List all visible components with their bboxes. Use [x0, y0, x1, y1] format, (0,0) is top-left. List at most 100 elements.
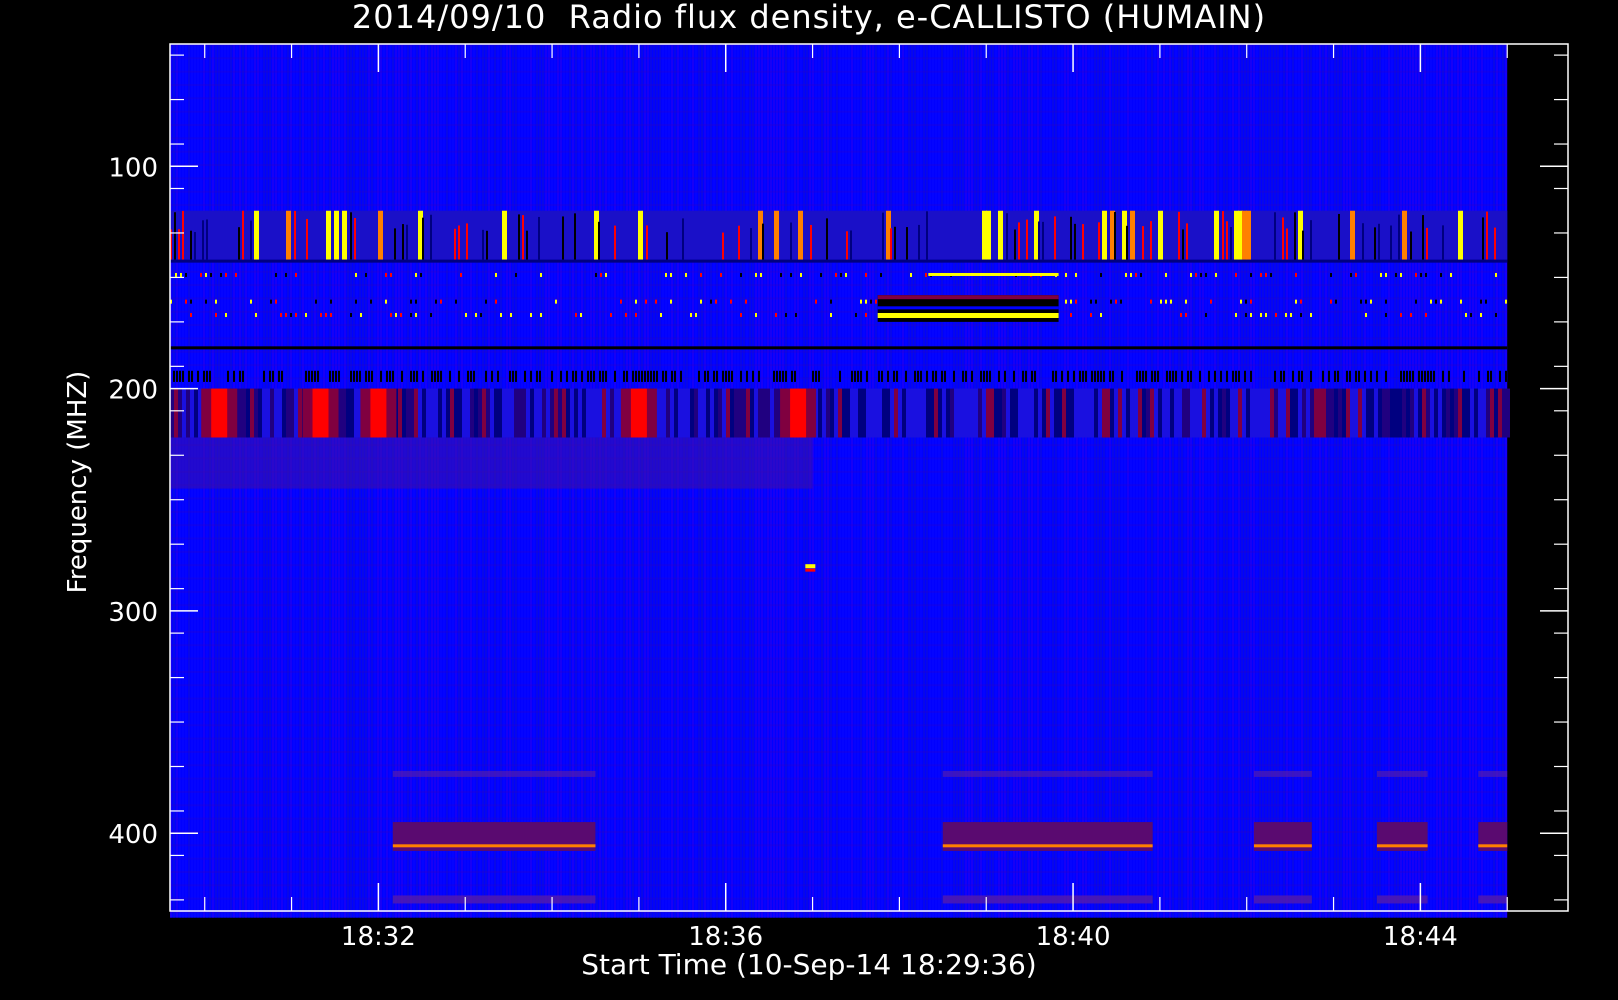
rfi-dash: [905, 370, 907, 382]
rfi-dot: [390, 312, 392, 317]
rfi-dot: [595, 272, 597, 277]
rfi-dash: [188, 370, 190, 382]
rfi-dash: [329, 370, 331, 382]
rfi-dot: [270, 299, 272, 304]
rfi-band-120: [170, 210, 1508, 260]
burst-line: [1246, 210, 1251, 260]
rfi-dash: [1364, 370, 1366, 382]
rfi-dash: [434, 370, 436, 382]
rfi-dash: [1061, 370, 1063, 382]
rfi-dash: [1199, 370, 1201, 382]
rfi-dot: [1425, 272, 1427, 277]
burst-line: [202, 220, 204, 260]
rfi-dash: [1244, 370, 1246, 382]
rfi-dash: [1190, 370, 1192, 382]
rfi-dot: [700, 299, 702, 304]
rfi-dot: [295, 312, 297, 317]
burst-line: [1006, 213, 1008, 260]
burst-line: [882, 212, 884, 260]
burst-line: [1286, 228, 1288, 260]
rfi-dot: [1300, 312, 1302, 317]
x-axis-label: Start Time (10-Sep-14 18:29:36): [581, 948, 1037, 981]
burst-line: [1410, 231, 1412, 260]
burst-line: [406, 224, 408, 260]
rfi-dash: [989, 370, 991, 382]
rfi-dash: [386, 370, 388, 382]
rfi-dot: [715, 299, 717, 304]
rfi-dash: [314, 370, 316, 382]
carrier-line: [942, 844, 1153, 848]
rfi-dash: [644, 370, 646, 382]
rfi-dash: [593, 370, 595, 382]
rfi-dot: [835, 272, 837, 277]
carrier-sideband: [1478, 895, 1508, 904]
rfi-dash: [746, 370, 748, 382]
rfi-dash: [758, 370, 760, 382]
rfi-dash: [335, 370, 337, 382]
rfi-dot: [500, 312, 502, 317]
carrier-sideband: [1253, 895, 1312, 904]
burst-line: [402, 224, 404, 260]
rfi-dot: [755, 312, 757, 317]
rfi-dash: [722, 370, 724, 382]
burst-line: [598, 221, 600, 260]
burst-line: [1014, 229, 1016, 260]
rfi-dot: [1385, 312, 1387, 317]
rfi-dash: [626, 370, 628, 382]
rfi-dash: [731, 370, 733, 382]
burst-line: [614, 225, 616, 260]
rfi-dot: [235, 272, 237, 277]
rfi-dash: [1400, 370, 1402, 382]
rfi-dash: [1094, 370, 1096, 382]
burst-line: [342, 210, 347, 260]
rfi-dot: [1425, 312, 1427, 317]
rfi-dot: [740, 312, 742, 317]
rfi-dot: [1140, 272, 1142, 277]
rfi-dash: [1334, 370, 1336, 382]
rfi-dot: [305, 312, 307, 317]
rfi-dash: [497, 370, 499, 382]
rfi-dot: [175, 272, 177, 277]
burst-line: [846, 231, 848, 260]
rfi-dot: [330, 299, 332, 304]
rfi-dot: [530, 312, 532, 317]
burst-line: [1338, 213, 1340, 260]
rfi-dash: [1418, 370, 1420, 382]
burst-line: [790, 222, 792, 260]
carrier-sideband: [942, 770, 1153, 777]
rfi-dash: [779, 370, 781, 382]
rfi-dot: [395, 312, 397, 317]
rfi-dash: [1370, 370, 1372, 382]
burst-line: [1422, 215, 1424, 260]
rfi-dot: [1075, 299, 1077, 304]
carrier-line: [392, 844, 596, 848]
rfi-dash: [725, 370, 727, 382]
burst-line: [1070, 216, 1072, 260]
rfi-dash: [317, 370, 319, 382]
rfi-dash: [671, 370, 673, 382]
rfi-dot: [1265, 272, 1267, 277]
rfi-dot: [600, 272, 602, 277]
rfi-dot: [865, 299, 867, 304]
rfi-dot: [755, 272, 757, 277]
rfi-dash: [191, 370, 193, 382]
rfi-dash: [941, 370, 943, 382]
rfi-dash: [1031, 370, 1033, 382]
rfi-dot: [1075, 272, 1077, 277]
carrier-sideband: [1478, 770, 1508, 777]
burst-line: [1038, 221, 1040, 260]
rfi-dash: [656, 370, 658, 382]
burst-line: [850, 230, 852, 260]
rfi-dash: [1310, 370, 1312, 382]
rfi-dot: [325, 312, 327, 317]
burst-line: [1042, 221, 1044, 260]
rfi-dot: [910, 272, 912, 277]
rfi-strong-line: [877, 295, 1059, 300]
rfi-dash: [1505, 370, 1507, 382]
rfi-dash: [350, 370, 352, 382]
rfi-dash: [209, 370, 211, 382]
rfi-dash: [785, 370, 787, 382]
rfi-dot: [1505, 299, 1507, 304]
rfi-dash: [1283, 370, 1285, 382]
rfi-dot: [865, 272, 867, 277]
